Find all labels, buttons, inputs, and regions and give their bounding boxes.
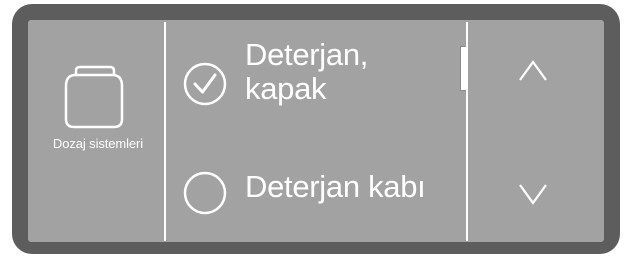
option-label-line2: kapak: [245, 71, 327, 106]
canister-icon: [64, 65, 124, 129]
option-label: Deterjan, kapak: [245, 38, 368, 106]
option-label-line1: Deterjan kabı: [245, 169, 426, 204]
divider-left: [164, 22, 166, 241]
divider-right: [466, 22, 468, 241]
check-circle-icon: [183, 62, 227, 106]
chevron-up-icon[interactable]: [518, 60, 548, 82]
option-label-line1: Deterjan,: [245, 37, 369, 72]
option-label: Deterjan kabı: [245, 169, 426, 204]
dosing-systems-label: Dozaj sistemleri: [52, 136, 144, 151]
chevron-down-icon[interactable]: [518, 183, 548, 205]
display-screen: Dozaj sistemleri Deterjan, kapak Deterja…: [28, 20, 604, 242]
empty-circle-icon: [183, 171, 227, 215]
